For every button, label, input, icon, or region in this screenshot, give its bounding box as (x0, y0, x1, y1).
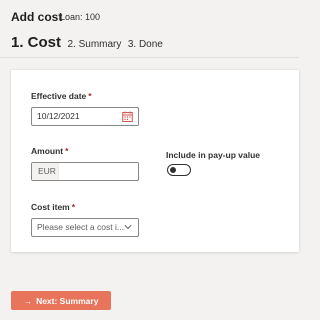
toggle-knob (170, 167, 176, 173)
cost-item-label: Cost item * (31, 202, 76, 212)
next-summary-button[interactable]: → Next: Summary (11, 291, 111, 310)
step-cost: 1. Cost (11, 34, 62, 51)
step-done: 3. Done (127, 39, 163, 50)
amount-field[interactable]: EUR (31, 162, 139, 181)
page-title: Add cost (11, 10, 63, 24)
cost-item-dropdown[interactable]: Please select a cost i... (31, 218, 139, 237)
pay-up-label: Include in pay-up value (166, 150, 260, 160)
step-indicator: 1. Cost 2. Summary 3. Done (11, 34, 163, 54)
loan-label: Loan: 100 (60, 12, 101, 22)
header: Add cost Loan: 100 (0, 0, 299, 28)
pay-up-toggle[interactable] (167, 164, 191, 176)
cost-form-card: Effective date * 10/12/2021 Amount * EUR I… (11, 70, 299, 252)
header-divider (0, 57, 299, 58)
cost-item-placeholder: Please select a cost i... (37, 222, 124, 232)
effective-date-field[interactable]: 10/12/2021 (31, 107, 139, 126)
required-marker: * (88, 91, 92, 101)
required-marker: * (65, 146, 69, 156)
effective-date-label: Effective date * (31, 91, 92, 101)
step-summary: 2. Summary (67, 39, 122, 50)
chevron-down-icon (124, 224, 132, 230)
currency-prefix: EUR (32, 163, 59, 180)
next-summary-label: Next: Summary (36, 295, 99, 306)
arrow-right-icon: → (23, 295, 33, 306)
required-marker: * (71, 202, 76, 212)
effective-date-value: 10/12/2021 (37, 111, 80, 121)
calendar-icon[interactable] (122, 111, 133, 122)
amount-label: Amount * (31, 146, 69, 156)
